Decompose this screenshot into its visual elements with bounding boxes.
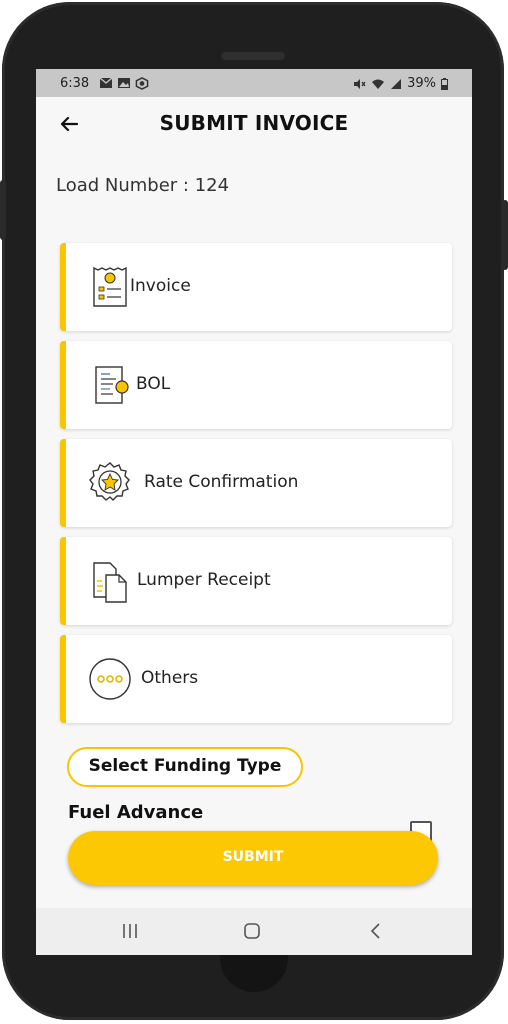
badge-star-icon bbox=[89, 462, 130, 501]
battery-icon bbox=[441, 77, 448, 90]
document-card-bol[interactable]: BOL bbox=[60, 341, 452, 429]
recents-icon[interactable] bbox=[100, 908, 160, 955]
signal-icon bbox=[391, 78, 402, 89]
submit-button[interactable]: SUBMIT bbox=[68, 831, 438, 885]
more-dots-icon bbox=[89, 658, 131, 700]
vpn-shield-icon bbox=[135, 77, 149, 90]
status-left-icons bbox=[99, 77, 149, 90]
status-right-icons: 39% bbox=[353, 76, 448, 91]
back-nav-icon[interactable] bbox=[346, 908, 406, 955]
select-funding-type-button[interactable]: Select Funding Type bbox=[67, 747, 303, 787]
status-bar: 6:38 39% bbox=[36, 69, 472, 97]
document-card-invoice[interactable]: Invoice bbox=[60, 243, 452, 331]
app-screen: 6:38 39% SUBMIT INVOICE Load Number : 12… bbox=[36, 69, 472, 955]
document-card-rate-confirmation[interactable]: Rate Confirmation bbox=[60, 439, 452, 527]
phone-frame: 6:38 39% SUBMIT INVOICE Load Number : 12… bbox=[0, 0, 508, 1024]
document-card-label: Others bbox=[141, 668, 199, 688]
document-card-label: Rate Confirmation bbox=[144, 472, 299, 492]
mute-icon bbox=[354, 78, 366, 89]
bol-document-icon bbox=[95, 366, 129, 404]
document-card-others[interactable]: Others bbox=[60, 635, 452, 723]
wifi-icon bbox=[372, 79, 385, 89]
load-number: Load Number : 124 bbox=[56, 175, 230, 196]
image-icon bbox=[118, 78, 130, 88]
invoice-receipt-icon bbox=[93, 266, 127, 307]
status-time: 6:38 bbox=[60, 76, 90, 91]
earpiece-speaker bbox=[221, 52, 285, 60]
document-card-label: Invoice bbox=[130, 276, 191, 296]
files-icon bbox=[93, 562, 127, 603]
home-icon[interactable] bbox=[222, 908, 282, 955]
document-card-label: BOL bbox=[136, 374, 171, 394]
power-button bbox=[502, 200, 508, 270]
volume-button bbox=[0, 180, 6, 240]
app-bar: SUBMIT INVOICE bbox=[36, 97, 472, 153]
document-card-label: Lumper Receipt bbox=[137, 570, 271, 590]
mail-icon bbox=[99, 77, 113, 88]
fuel-advance-label: Fuel Advance bbox=[68, 802, 204, 823]
document-card-lumper-receipt[interactable]: Lumper Receipt bbox=[60, 537, 452, 625]
select-funding-type-label: Select Funding Type bbox=[88, 756, 282, 776]
submit-label: SUBMIT bbox=[222, 849, 284, 865]
system-nav-bar bbox=[36, 908, 472, 955]
page-title: SUBMIT INVOICE bbox=[159, 111, 349, 135]
battery-percent: 39% bbox=[407, 76, 436, 91]
